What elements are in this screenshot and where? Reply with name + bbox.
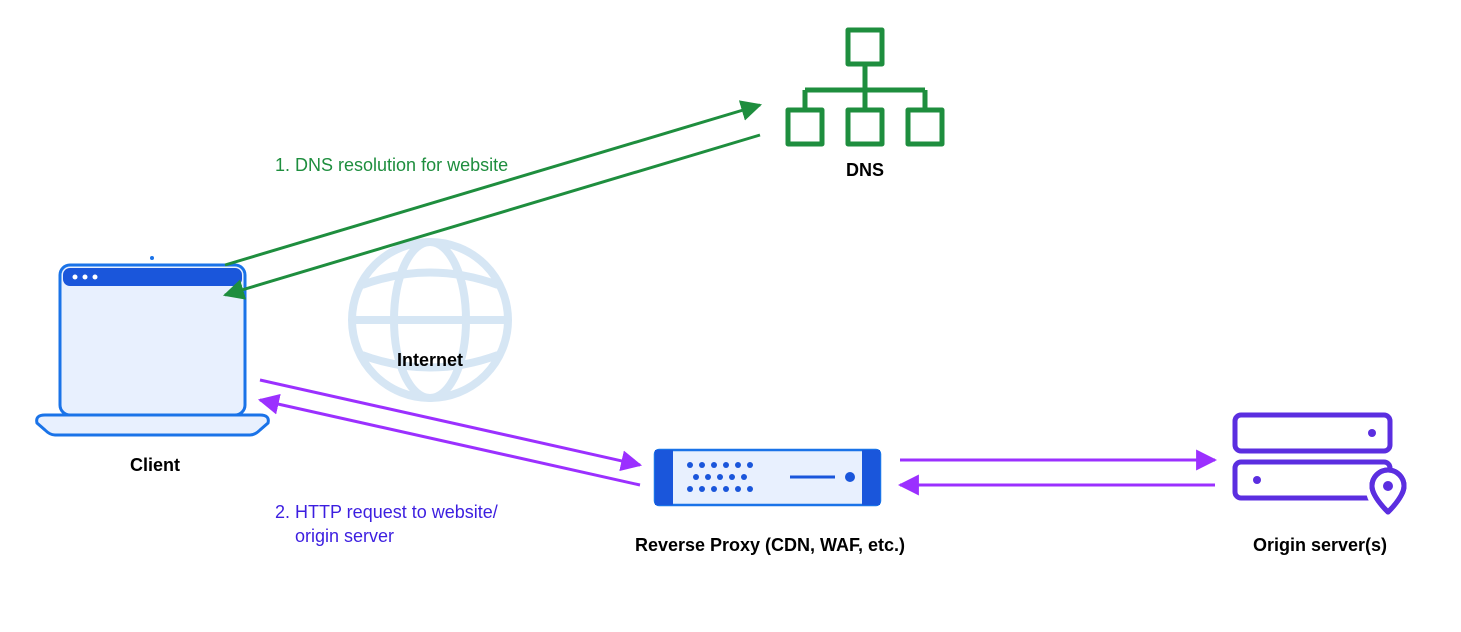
client-label: Client [100,455,210,476]
dns-label: DNS [835,160,895,181]
arrow-client-to-dns [225,105,760,265]
origin-server-icon [1235,415,1410,512]
step-2-label-line1: 2. HTTP request to website/ [275,502,498,522]
reverse-proxy-label: Reverse Proxy (CDN, WAF, etc.) [615,535,925,556]
client-icon [37,256,269,435]
arrow-proxy-to-client [260,400,640,485]
step-2-label-line2: origin server [275,526,394,546]
origin-server-label: Origin server(s) [1240,535,1400,556]
dns-icon [788,30,942,144]
internet-label: Internet [380,350,480,371]
step-1-label: 1. DNS resolution for website [275,155,508,176]
reverse-proxy-icon [655,450,880,505]
internet-icon [352,242,508,398]
